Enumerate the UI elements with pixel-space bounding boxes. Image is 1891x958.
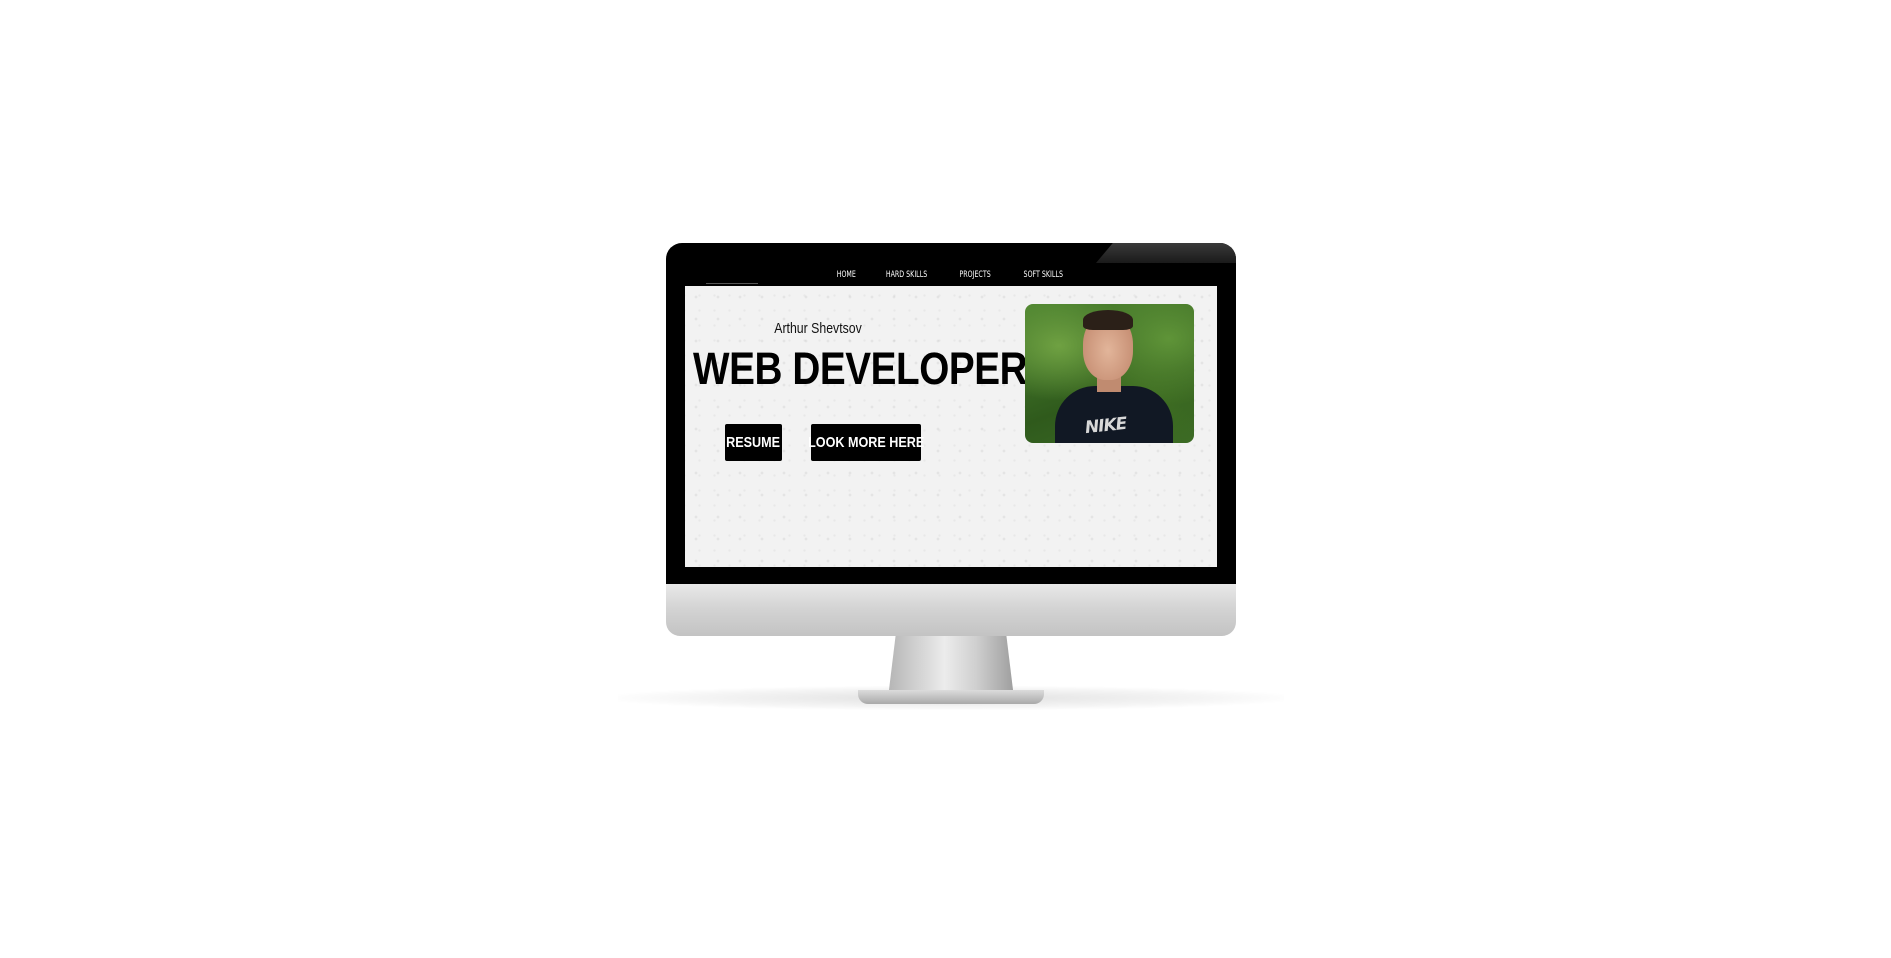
monitor-bezel: HOME HARD SKILLS PROJECTS SOFT SKILLS Ar… (666, 243, 1236, 584)
nav-item-home[interactable]: HOME (837, 270, 856, 280)
resume-button[interactable]: RESUME (725, 424, 782, 461)
nav-item-hard-skills[interactable]: HARD SKILLS (886, 270, 927, 280)
look-more-button-label: LOOK MORE HERE (807, 434, 925, 451)
top-navigation: HOME HARD SKILLS PROJECTS SOFT SKILLS (685, 264, 1217, 286)
page-title: WEB DEVELOPER (693, 343, 1028, 394)
monitor-chin (666, 584, 1236, 636)
nav-item-soft-skills[interactable]: SOFT SKILLS (1023, 270, 1062, 280)
monitor-stand-neck (888, 636, 1014, 698)
resume-button-label: RESUME (726, 434, 781, 451)
nav-item-projects[interactable]: PROJECTS (960, 270, 991, 280)
bezel-glare (1096, 243, 1236, 263)
look-more-button[interactable]: LOOK MORE HERE (807, 424, 925, 461)
developer-name: Arthur Shevtsov (774, 320, 862, 337)
profile-photo: NIKE (1025, 304, 1194, 443)
nav-underline-decoration (706, 283, 758, 284)
photo-hair (1083, 310, 1133, 330)
monitor-mockup: HOME HARD SKILLS PROJECTS SOFT SKILLS Ar… (618, 243, 1284, 710)
website-screen: HOME HARD SKILLS PROJECTS SOFT SKILLS Ar… (685, 264, 1217, 567)
monitor-stand-foot (858, 690, 1044, 704)
